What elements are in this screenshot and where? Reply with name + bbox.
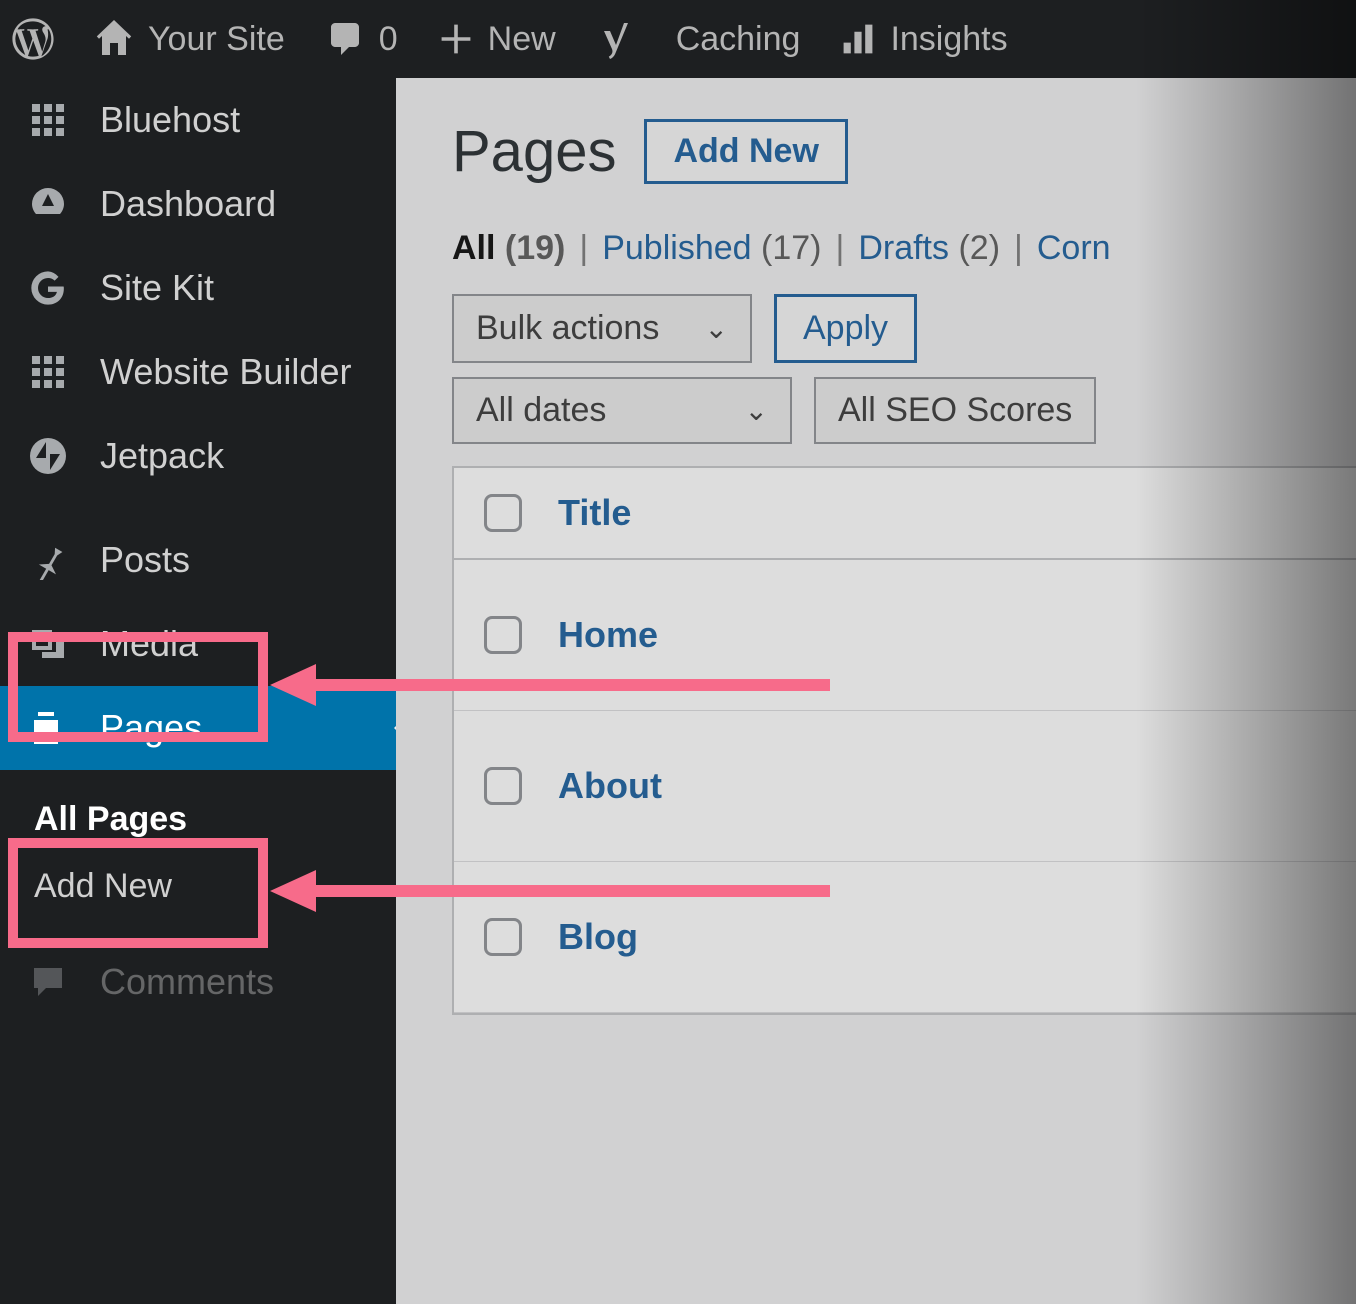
sidebar-item-jetpack[interactable]: Jetpack [0,414,396,498]
adminbar-caching-label: Caching [676,20,801,59]
adminbar-comments[interactable]: 0 [325,19,398,59]
sidebar-item-pages[interactable]: Pages [0,686,396,770]
home-icon [94,19,134,59]
wordpress-icon [12,18,54,60]
sidebar-item-label: Dashboard [100,183,276,225]
sidebar-item-label: Posts [100,539,190,581]
media-icon [26,622,70,666]
page-link[interactable]: Blog [558,916,638,958]
sidebar-item-bluehost[interactable]: Bluehost [0,78,396,162]
filter-drafts[interactable]: Drafts (2) [858,229,1000,268]
apply-button[interactable]: Apply [774,294,917,363]
comment-icon [325,19,365,59]
wp-logo[interactable] [12,18,54,60]
admin-sidebar: Bluehost Dashboard Site Kit Website Buil… [0,78,396,1304]
adminbar-caching[interactable]: Caching [676,20,801,59]
pages-icon [26,706,70,750]
adminbar-new[interactable]: New [438,20,556,59]
pin-icon [26,538,70,582]
column-title[interactable]: Title [558,492,631,534]
adminbar-insights-label: Insights [890,20,1007,59]
sidebar-item-label: Site Kit [100,267,214,309]
filter-cornerstone[interactable]: Corn [1037,229,1111,268]
sidebar-item-label: Bluehost [100,99,240,141]
dates-select[interactable]: All dates ⌄ [452,377,792,444]
sidebar-item-label: Jetpack [100,435,224,477]
page-title: Pages [452,118,616,185]
table-row: About [454,711,1356,862]
grid-icon [26,350,70,394]
pages-table: Title Home About Blog [452,466,1356,1015]
chevron-down-icon: ⌄ [745,394,768,427]
page-link[interactable]: About [558,765,662,807]
page-header: Pages Add New [452,118,1356,185]
sidebar-item-sitekit[interactable]: Site Kit [0,246,396,330]
add-new-button[interactable]: Add New [644,119,847,184]
sidebar-item-label: Website Builder [100,351,351,393]
status-filters: All (19) | Published (17) | Drafts (2) |… [452,229,1356,268]
row-checkbox[interactable] [484,918,522,956]
sidebar-submenu-pages: All Pages Add New [0,770,396,940]
row-checkbox[interactable] [484,616,522,654]
sidebar-item-website-builder[interactable]: Website Builder [0,330,396,414]
filter-all[interactable]: All (19) [452,229,565,268]
sidebar-item-comments[interactable]: Comments [0,940,396,1024]
sidebar-item-posts[interactable]: Posts [0,518,396,602]
sidebar-item-label: Comments [100,961,274,1003]
bar-chart-icon [840,21,876,57]
admin-bar: Your Site 0 New Caching Insights [0,0,1356,78]
adminbar-yoast[interactable] [596,19,636,59]
sidebar-item-label: Media [100,623,198,665]
adminbar-site[interactable]: Your Site [94,19,285,59]
sidebar-item-dashboard[interactable]: Dashboard [0,162,396,246]
jetpack-icon [26,434,70,478]
select-all-checkbox[interactable] [484,494,522,532]
table-row: Blog [454,862,1356,1013]
grid-icon [26,98,70,142]
plus-icon [438,21,474,57]
dashboard-icon [26,182,70,226]
sidebar-item-label: Pages [100,707,202,749]
adminbar-insights[interactable]: Insights [840,20,1007,59]
submenu-all-pages[interactable]: All Pages [34,786,396,853]
adminbar-new-label: New [488,20,556,59]
comment-icon [26,960,70,1004]
sidebar-item-media[interactable]: Media [0,602,396,686]
date-seo-controls: All dates ⌄ All SEO Scores [452,377,1356,444]
table-row: Home [454,560,1356,711]
google-g-icon [26,266,70,310]
adminbar-site-label: Your Site [148,20,285,59]
page-link[interactable]: Home [558,614,658,656]
bulk-actions-select[interactable]: Bulk actions ⌄ [452,294,752,363]
row-checkbox[interactable] [484,767,522,805]
yoast-icon [596,19,636,59]
table-header: Title [454,468,1356,560]
seo-scores-select[interactable]: All SEO Scores [814,377,1096,444]
adminbar-comments-count: 0 [379,20,398,59]
submenu-add-new[interactable]: Add New [34,853,396,920]
chevron-down-icon: ⌄ [705,312,728,345]
bulk-controls: Bulk actions ⌄ Apply [452,294,1356,363]
main-content: Pages Add New All (19) | Published (17) … [396,78,1356,1304]
filter-published[interactable]: Published (17) [602,229,821,268]
